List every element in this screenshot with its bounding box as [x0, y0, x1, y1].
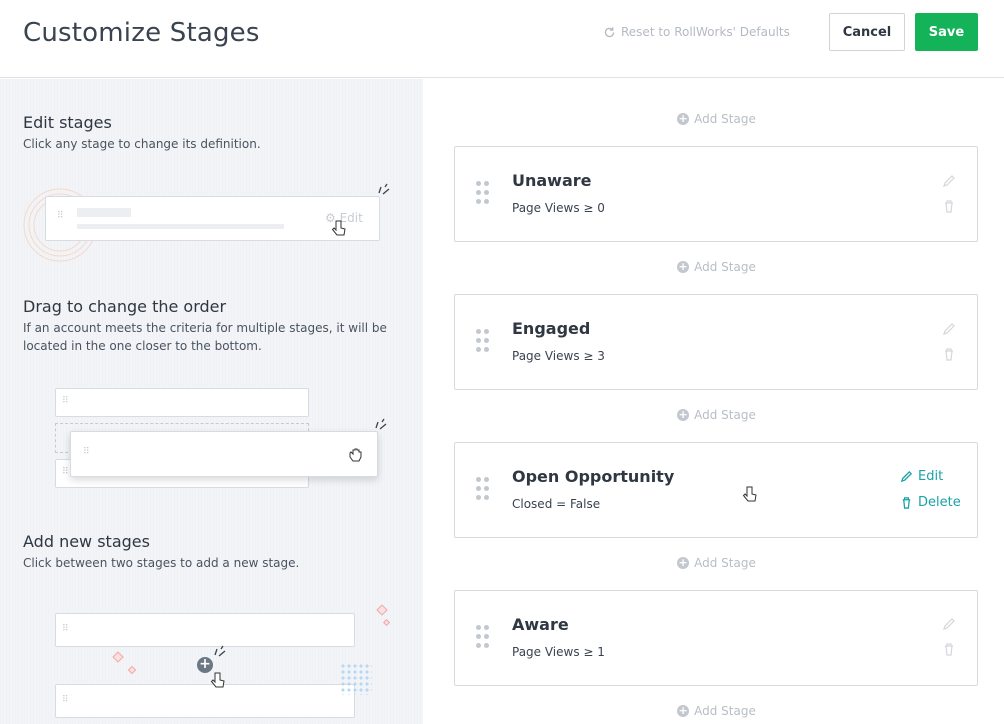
- diamond-decoration: [376, 604, 388, 616]
- page-header: Customize Stages Reset to RollWorks' Def…: [0, 0, 1004, 78]
- tip-edit-description: Click any stage to change its definition…: [23, 137, 261, 151]
- stage-rule: Page Views ≥ 0: [512, 201, 605, 215]
- pencil-icon[interactable]: [942, 617, 956, 631]
- drag-handle-icon[interactable]: [476, 625, 492, 651]
- hand-cursor-icon: [331, 220, 346, 236]
- illustration-card: ⠿: [55, 613, 355, 647]
- edit-stage-label: Edit: [918, 469, 944, 484]
- stage-card-engaged[interactable]: Engaged Page Views ≥ 3: [454, 294, 978, 390]
- diamond-decoration: [382, 618, 391, 627]
- hand-cursor-icon: [210, 672, 225, 688]
- drag-handle-icon[interactable]: [476, 181, 492, 207]
- grab-cursor-icon: [349, 448, 362, 462]
- dots-decoration: [340, 663, 372, 695]
- placeholder-bar: [77, 208, 131, 217]
- grip-icon: ⠿: [62, 467, 69, 477]
- delete-stage-button[interactable]: Delete: [900, 495, 961, 510]
- illustration-card: ⠿: [55, 684, 355, 718]
- cancel-button[interactable]: Cancel: [829, 13, 905, 51]
- plus-circle-icon: +: [677, 704, 690, 717]
- stage-card-open-opportunity[interactable]: Open Opportunity Closed = False Edit Del…: [454, 442, 978, 538]
- stage-rule: Page Views ≥ 1: [512, 645, 605, 659]
- tip-add-description: Click between two stages to add a new st…: [23, 556, 300, 570]
- grip-icon: ⠿: [62, 695, 69, 705]
- add-stage-label: Add Stage: [694, 704, 756, 718]
- add-stage-button[interactable]: + Add Stage: [455, 109, 978, 129]
- stage-card-unaware[interactable]: Unaware Page Views ≥ 0: [454, 146, 978, 242]
- stage-card-aware[interactable]: Aware Page Views ≥ 1: [454, 590, 978, 686]
- placeholder-bar: [77, 224, 284, 229]
- tip-drag-title: Drag to change the order: [23, 297, 227, 316]
- tip-edit-title: Edit stages: [23, 113, 112, 132]
- add-stage-button[interactable]: + Add Stage: [455, 257, 978, 277]
- trash-icon[interactable]: [942, 347, 956, 361]
- trash-icon[interactable]: [942, 199, 956, 213]
- pencil-icon[interactable]: [942, 174, 956, 188]
- add-stage-label: Add Stage: [694, 408, 756, 422]
- stage-name: Unaware: [512, 171, 592, 190]
- grip-icon: ⠿: [57, 211, 64, 221]
- illustration-card: ⠿ ⚙ Edit: [45, 196, 380, 241]
- diamond-decoration: [127, 665, 137, 675]
- stage-rule: Closed = False: [512, 497, 601, 511]
- tip-add-title: Add new stages: [23, 532, 150, 551]
- trash-icon[interactable]: [942, 642, 956, 656]
- add-stage-label: Add Stage: [694, 112, 756, 126]
- trash-icon: [902, 497, 911, 509]
- drag-handle-icon[interactable]: [476, 477, 492, 503]
- stage-rule: Page Views ≥ 3: [512, 349, 605, 363]
- sparkle-icon: [214, 645, 226, 657]
- add-stage-button[interactable]: + Add Stage: [455, 405, 978, 425]
- stage-name: Engaged: [512, 319, 591, 338]
- drag-handle-icon[interactable]: [476, 329, 492, 355]
- add-stage-label: Add Stage: [694, 556, 756, 570]
- delete-stage-label: Delete: [918, 495, 961, 510]
- hand-cursor-icon: [742, 486, 757, 502]
- stage-name: Aware: [512, 615, 569, 634]
- sparkle-icon: [375, 418, 387, 430]
- add-stage-button[interactable]: + Add Stage: [455, 553, 978, 573]
- grip-icon: ⠿: [83, 447, 90, 457]
- save-button[interactable]: Save: [915, 13, 978, 51]
- add-stage-button[interactable]: + Add Stage: [455, 701, 978, 721]
- plus-circle-icon: +: [677, 112, 690, 125]
- stage-name: Open Opportunity: [512, 467, 675, 486]
- grip-icon: ⠿: [62, 624, 69, 634]
- plus-circle-icon: +: [677, 556, 690, 569]
- reset-defaults-label: Reset to RollWorks' Defaults: [621, 25, 790, 39]
- pencil-icon: [900, 470, 913, 483]
- edit-stage-button[interactable]: Edit: [900, 469, 943, 484]
- tip-drag-description: If an account meets the criteria for mul…: [23, 321, 387, 353]
- illustration-card: ⠿: [55, 388, 309, 417]
- grip-icon: ⠿: [62, 396, 69, 406]
- reset-defaults-link[interactable]: Reset to RollWorks' Defaults: [603, 25, 790, 39]
- page-title: Customize Stages: [23, 18, 260, 48]
- refresh-icon: [604, 26, 615, 37]
- help-panel: Edit stages Click any stage to change it…: [0, 79, 423, 724]
- plus-circle-icon: +: [677, 408, 690, 421]
- add-stage-label: Add Stage: [694, 260, 756, 274]
- sparkle-icon: [378, 183, 390, 195]
- dragged-card: ⠿: [70, 431, 378, 477]
- plus-circle-icon: +: [677, 260, 690, 273]
- pencil-icon[interactable]: [942, 322, 956, 336]
- diamond-decoration: [112, 651, 124, 663]
